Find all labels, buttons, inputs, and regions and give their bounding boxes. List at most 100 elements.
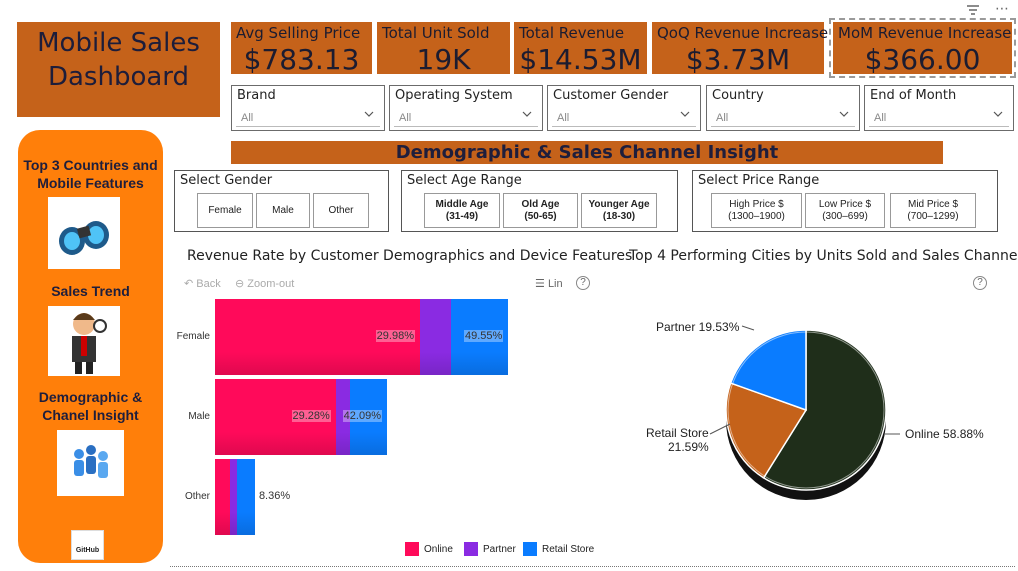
button-line: (50-65) xyxy=(524,210,557,222)
kpi-qoq-revenue-increase[interactable]: QoQ Revenue Increase $3.73M xyxy=(652,22,828,76)
kpi-label: Avg Selling Price xyxy=(236,24,361,42)
bar-data-label: 42.09% xyxy=(342,410,382,422)
button-line: (18-30) xyxy=(602,210,636,222)
chevron-down-icon xyxy=(993,111,1003,117)
more-options-icon[interactable]: ⋯ xyxy=(995,0,1009,17)
bar-category-label: Other xyxy=(184,491,210,502)
chevron-down-icon xyxy=(680,111,690,117)
bar-category-label: Male xyxy=(188,411,210,422)
legend-label: Retail Store xyxy=(542,543,595,555)
filter-low-price-button[interactable]: Low Price $ (300–699) xyxy=(805,193,885,228)
kpi-mom-revenue-increase[interactable]: MoM Revenue Increase $366.00 xyxy=(829,18,1016,78)
legend-label: Partner xyxy=(483,543,516,555)
lin-label: Lin xyxy=(547,278,563,290)
sidebar-item-label: Demographic & xyxy=(38,389,143,405)
bar-category-label: Female xyxy=(176,331,210,342)
kpi-label: Total Revenue xyxy=(519,24,625,42)
back-arrow-icon: ↶ xyxy=(184,278,194,290)
help-icon[interactable]: ? xyxy=(973,276,987,290)
bar-segment-online[interactable] xyxy=(215,459,230,535)
legend-swatch xyxy=(523,542,537,556)
country-slicer[interactable]: Country All xyxy=(706,85,860,131)
brand-dropdown[interactable]: All xyxy=(236,106,380,127)
back-button[interactable]: ↶ Back xyxy=(184,277,221,290)
kpi-total-revenue[interactable]: Total Revenue $14.53M xyxy=(514,22,647,76)
button-line: (1300–1900) xyxy=(728,210,785,222)
kpi-label: MoM Revenue Increase xyxy=(838,24,1012,42)
dropdown-value: All xyxy=(716,112,729,124)
button-line: Low Price $ xyxy=(818,198,872,210)
github-label: GitHub xyxy=(75,547,100,554)
legend-online[interactable]: Online xyxy=(405,542,453,556)
slicer-label: Country xyxy=(712,88,764,103)
kpi-total-unit-sold[interactable]: Total Unit Sold 19K xyxy=(377,22,510,76)
button-line: Middle Age xyxy=(435,198,489,210)
help-icon[interactable]: ? xyxy=(576,276,590,290)
filter-icon[interactable] xyxy=(966,4,980,19)
kpi-avg-selling-price[interactable]: Avg Selling Price $783.13 xyxy=(231,22,372,76)
sidebar-item-label: Top 3 Countries and xyxy=(23,157,158,173)
customer-gender-slicer[interactable]: Customer Gender All xyxy=(547,85,701,131)
businessman-icon[interactable] xyxy=(48,306,120,376)
button-line: Mid Price $ xyxy=(907,198,958,210)
legend-partner[interactable]: Partner xyxy=(464,542,516,556)
country-dropdown[interactable]: All xyxy=(711,106,855,127)
slicer-label: End of Month xyxy=(870,88,957,103)
dropdown-value: All xyxy=(399,112,412,124)
chevron-down-icon xyxy=(364,111,374,117)
filter-male-button[interactable]: Male xyxy=(256,193,310,228)
operating-system-slicer[interactable]: Operating System All xyxy=(389,85,543,131)
people-group-icon[interactable] xyxy=(57,430,124,496)
revenue-bar-chart: Female 29.98% 49.55% Male 29.28% 42.09% Other 8… xyxy=(170,296,610,536)
button-line: (300–699) xyxy=(822,210,868,222)
binoculars-icon[interactable] xyxy=(48,197,120,269)
slicer-label: Brand xyxy=(237,88,276,103)
filter-high-price-button[interactable]: High Price $ (1300–1900) xyxy=(711,193,802,228)
bar-data-label: 49.55% xyxy=(464,330,504,342)
pie-label-online: Online 58.88% xyxy=(905,427,984,441)
dropdown-value: All xyxy=(874,112,887,124)
legend-retail-store[interactable]: Retail Store xyxy=(523,542,594,556)
end-of-month-dropdown[interactable]: All xyxy=(869,106,1009,127)
github-link[interactable]: GitHub xyxy=(71,530,104,560)
button-line: Old Age xyxy=(521,198,560,210)
filter-old-age-button[interactable]: Old Age (50-65) xyxy=(503,193,578,228)
bar-data-label: 29.28% xyxy=(291,410,331,422)
back-label: Back xyxy=(196,278,221,290)
slicer-label: Customer Gender xyxy=(553,88,669,103)
sidebar-item-demographic[interactable]: Demographic & Chanel Insight xyxy=(18,388,163,424)
kpi-label: Total Unit Sold xyxy=(382,24,490,42)
lin-toggle[interactable]: ☰ Lin xyxy=(535,277,563,290)
sidebar-item-label: Mobile Features xyxy=(37,175,144,191)
filter-female-button[interactable]: Female xyxy=(197,193,253,228)
dashboard-title: Mobile Sales Dashboard xyxy=(17,22,220,117)
dropdown-value: All xyxy=(241,112,254,124)
age-filter-group: Select Age Range Middle Age (31-49) Old A… xyxy=(401,170,678,232)
end-of-month-slicer[interactable]: End of Month All xyxy=(864,85,1014,131)
operating-system-dropdown[interactable]: All xyxy=(394,106,538,127)
bar-segment-partner[interactable] xyxy=(229,459,237,535)
button-line: (31-49) xyxy=(445,210,479,222)
bar-segment-partner[interactable] xyxy=(419,299,452,375)
filter-group-label: Select Price Range xyxy=(698,173,820,188)
gender-filter-group: Select Gender Female Male Other xyxy=(174,170,389,232)
filter-middle-age-button[interactable]: Middle Age (31-49) xyxy=(424,193,500,228)
customer-gender-dropdown[interactable]: All xyxy=(552,106,696,127)
pie-label-line: Retail Store xyxy=(646,426,709,440)
slicer-label: Operating System xyxy=(395,88,513,103)
dashboard-title-line2: Dashboard xyxy=(47,62,190,92)
kpi-value: $366.00 xyxy=(864,43,981,76)
bar-segment-retail-store[interactable] xyxy=(236,459,255,535)
sidebar-item-label: Chanel Insight xyxy=(42,407,139,423)
sidebar-item-top-countries[interactable]: Top 3 Countries and Mobile Features xyxy=(18,156,163,192)
sidebar-item-sales-trend[interactable]: Sales Trend xyxy=(18,282,163,300)
filter-younger-age-button[interactable]: Younger Age (18-30) xyxy=(581,193,657,228)
pie-label-line: 21.59% xyxy=(668,440,709,454)
kpi-value: $14.53M xyxy=(519,43,642,76)
pie-label-retail-store: Retail Store 21.59% xyxy=(644,426,709,454)
zoom-out-button[interactable]: ⊖ Zoom-out xyxy=(235,277,294,290)
page-divider xyxy=(170,566,1015,567)
brand-slicer[interactable]: Brand All xyxy=(231,85,385,131)
filter-mid-price-button[interactable]: Mid Price $ (700–1299) xyxy=(890,193,976,228)
filter-other-button[interactable]: Other xyxy=(313,193,369,228)
